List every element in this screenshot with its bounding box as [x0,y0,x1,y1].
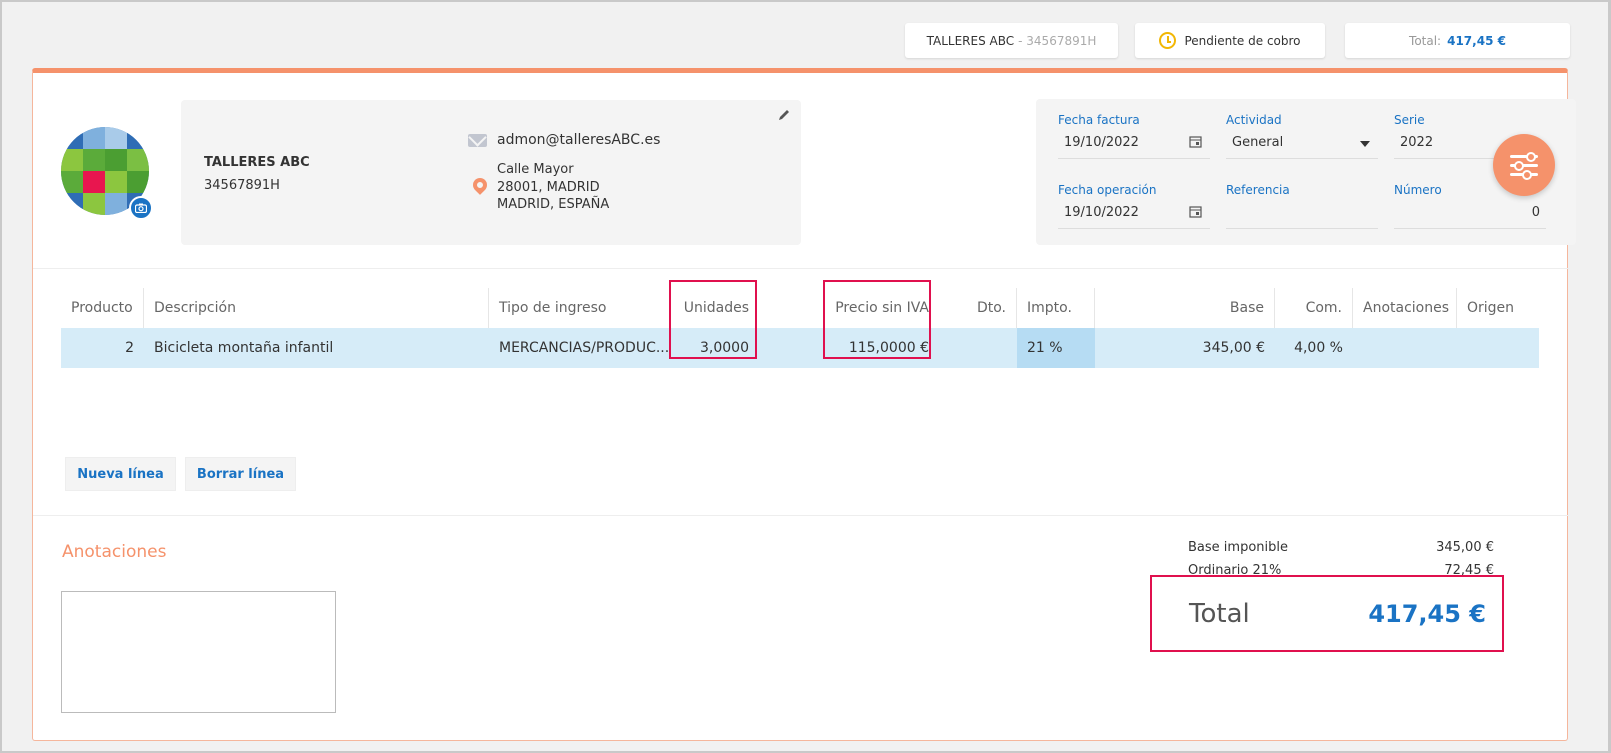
address-line-3: MADRID, ESPAÑA [497,197,610,212]
col-anotaciones[interactable]: Anotaciones [1353,288,1457,328]
col-tipo-ingreso[interactable]: Tipo de ingreso [489,288,669,328]
client-info-box: TALLERES ABC 34567891H admon@talleresABC… [181,100,801,245]
actividad-label: Actividad [1226,113,1282,127]
fecha-operacion-label: Fecha operación [1058,183,1157,197]
serie-label: Serie [1394,113,1425,127]
fecha-factura-value: 19/10/2022 [1064,135,1139,150]
settings-sliders-button[interactable] [1493,134,1555,196]
col-descripcion[interactable]: Descripción [144,288,489,328]
email-icon [468,134,487,147]
camera-icon[interactable] [129,196,153,220]
chevron-down-icon [1360,141,1370,147]
calendar-icon[interactable] [1189,205,1202,221]
anotaciones-title: Anotaciones [62,542,167,562]
header-client-name: TALLERES ABC [926,33,1015,48]
lines-table-header: Producto Descripción Tipo de ingreso Uni… [61,288,1539,328]
table-row[interactable]: 2 Bicicleta montaña infantil MERCANCIAS/… [61,328,1539,368]
header-client-nif: - 34567891H [1018,33,1097,48]
header-total-value: 417,45 € [1447,33,1506,48]
header-client-pill: TALLERES ABC - 34567891H [905,23,1118,58]
address-line-1: Calle Mayor [497,162,574,177]
fecha-operacion-field[interactable]: Fecha operación 19/10/2022 [1058,183,1210,229]
header-total-label: Total: [1409,33,1442,48]
col-com[interactable]: Com. [1275,288,1353,328]
clock-icon [1159,32,1177,49]
col-producto[interactable]: Producto [61,288,144,328]
summary-base-value: 345,00 € [1436,540,1494,555]
location-pin-icon [470,175,490,195]
cell-impto[interactable]: 21 % [1017,328,1095,368]
address-line-2: 28001, MADRID [497,180,600,195]
col-dto[interactable]: Dto. [939,288,1017,328]
highlight-precio [823,280,931,359]
fecha-operacion-value: 19/10/2022 [1064,205,1139,220]
cell-producto[interactable]: 2 [61,328,144,368]
edit-pencil-icon[interactable] [777,108,791,126]
actividad-select[interactable]: Actividad General [1226,113,1378,159]
summary-base-label: Base imponible [1188,540,1288,555]
sliders-icon [1510,151,1538,162]
invoice-card: TALLERES ABC 34567891H admon@talleresABC… [32,68,1576,741]
status-pill: Pendiente de cobro [1135,23,1325,58]
fecha-factura-field[interactable]: Fecha factura 19/10/2022 [1058,113,1210,159]
header-total-pill: Total: 417,45 € [1345,23,1570,58]
actividad-value: General [1232,135,1284,150]
client-email: admon@talleresABC.es [497,132,661,148]
col-impto[interactable]: Impto. [1017,288,1095,328]
status-label: Pendiente de cobro [1184,33,1301,48]
nueva-linea-button[interactable]: Nueva línea [65,457,176,491]
cell-descripcion[interactable]: Bicicleta montaña infantil [144,328,489,368]
borrar-linea-button[interactable]: Borrar línea [185,457,296,491]
cell-anotaciones[interactable] [1353,328,1457,368]
fecha-factura-label: Fecha factura [1058,113,1140,127]
divider [33,515,1569,516]
referencia-label: Referencia [1226,183,1290,197]
cell-base[interactable]: 345,00 € [1095,328,1275,368]
client-name: TALLERES ABC [204,155,310,170]
highlight-unidades [669,280,757,359]
summary-base-row: Base imponible 345,00 € [1188,540,1494,555]
col-base[interactable]: Base [1095,288,1275,328]
serie-value: 2022 [1400,135,1434,150]
referencia-field[interactable]: Referencia [1226,183,1378,229]
cell-tipo-ingreso[interactable]: MERCANCIAS/PRODUC... [489,328,669,368]
col-origen[interactable]: Origen [1457,288,1539,328]
calendar-icon[interactable] [1189,135,1202,151]
total-label: Total [1189,598,1250,629]
numero-value: 0 [1531,205,1540,220]
cell-com[interactable]: 4,00 % [1275,328,1353,368]
total-box: Total 417,45 € [1150,575,1504,652]
client-nif: 34567891H [204,178,280,193]
divider [33,268,1569,269]
cell-origen[interactable] [1457,328,1539,368]
total-value: 417,45 € [1368,599,1486,628]
anotaciones-textarea[interactable] [61,591,336,713]
cell-dto[interactable] [939,328,1017,368]
